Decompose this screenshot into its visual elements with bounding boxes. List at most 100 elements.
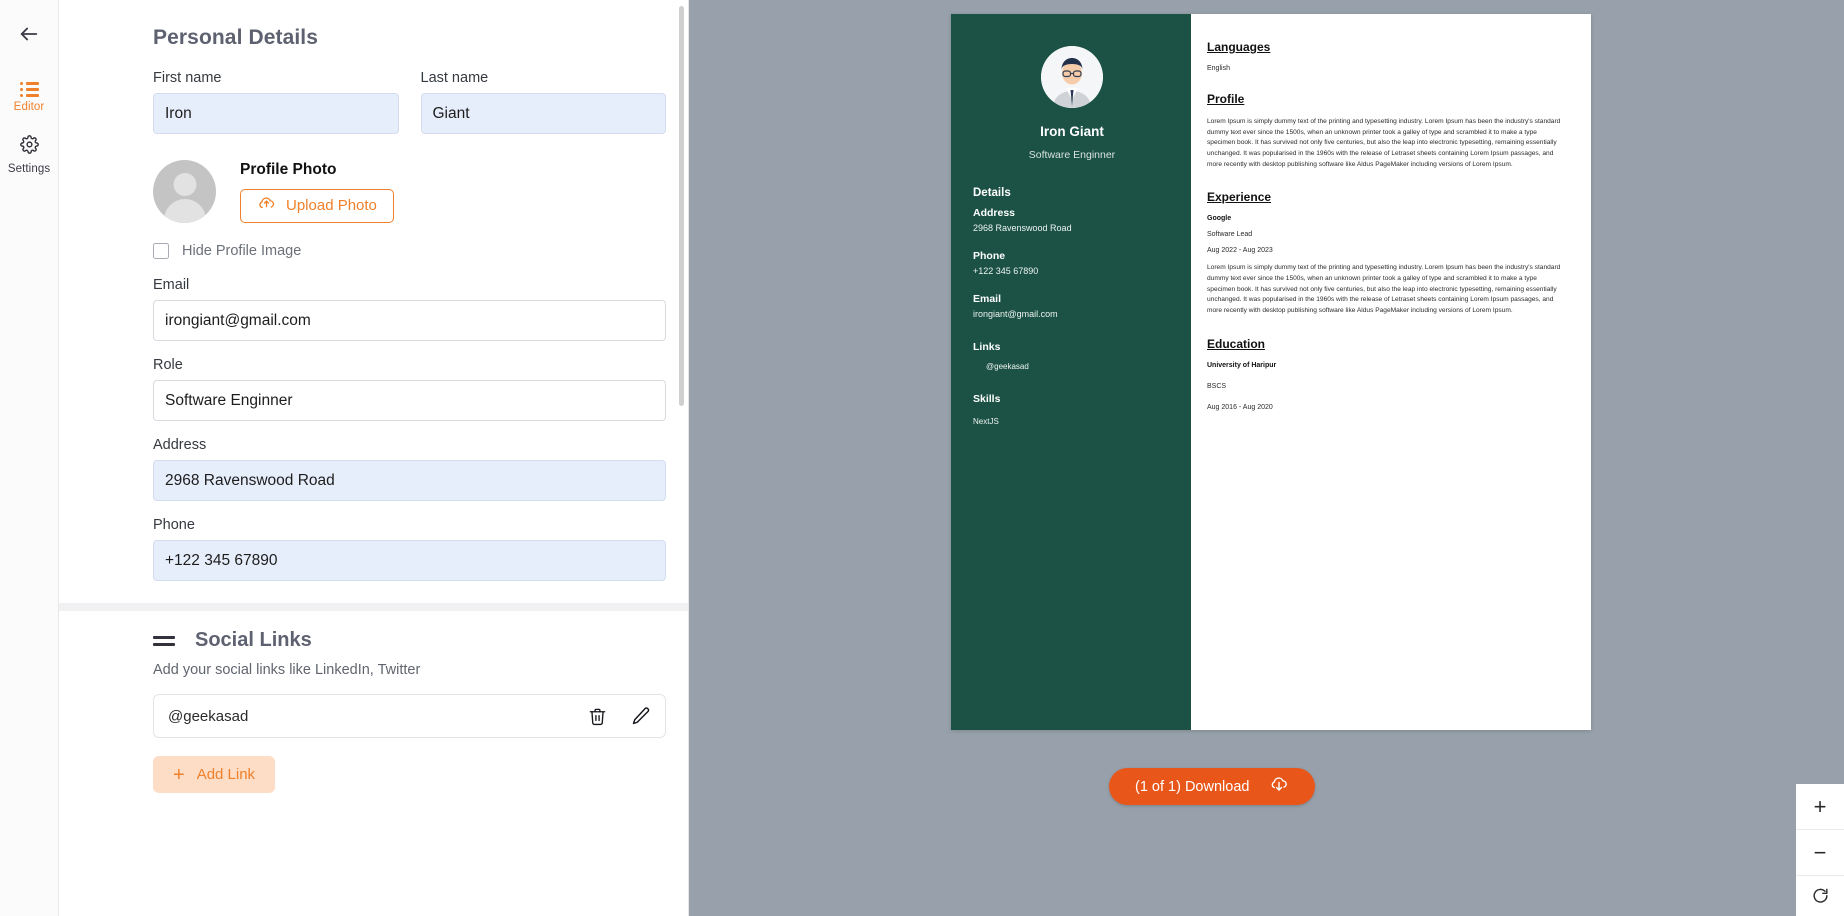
trash-icon[interactable] [588,707,607,726]
resume-links-label: Links [973,341,1001,353]
resume-phone-label: Phone [973,250,1006,262]
page-title: Personal Details [153,26,319,49]
resume-page: Iron Giant Software Enginner Details Add… [951,14,1591,730]
last-name-group: Last name Giant [420,70,666,134]
resume-address-value: 2968 Ravenswood Road [973,223,1072,233]
personal-details-section: Personal Details First name Iron Last na… [59,26,688,581]
resume-experience-dates: Aug 2022 - Aug 2023 [1207,247,1273,255]
cloud-upload-icon [257,194,276,217]
download-button[interactable]: (1 of 1) Download [1109,768,1316,805]
resume-skills-label: Skills [973,393,1001,405]
resume-phone-value: +122 345 67890 [973,266,1039,276]
social-links-section: Social Links Add your social links like … [59,611,688,793]
resume-links-value: @geekasad [986,362,1029,371]
resume-experience-title: Software Lead [1207,231,1253,239]
resume-education-dates: Aug 2016 - Aug 2020 [1207,403,1273,411]
resume-education-section: Education University of Haripur BSCS Aug… [1207,337,1565,411]
role-field[interactable]: Software Enginner [153,380,666,421]
resume-profile-section: Profile Lorem Ipsum is simply dummy text… [1207,92,1565,170]
list-item[interactable]: @geekasad [153,694,666,738]
resume-languages-section: Languages English [1207,40,1565,72]
left-nav-rail: Editor Settings [0,0,59,916]
back-arrow-icon [18,23,40,50]
sidebar-item-settings[interactable]: Settings [0,135,59,175]
resume-experience-company: Google [1207,215,1232,223]
profile-photo-row: Profile Photo Upload Photo [153,160,666,223]
link-actions [588,706,651,726]
resume-experience-heading: Experience [1207,190,1272,205]
resume-avatar [1041,46,1103,108]
upload-photo-label: Upload Photo [286,197,377,214]
upload-photo-button[interactable]: Upload Photo [240,188,394,223]
resume-profile-heading: Profile [1207,92,1245,106]
profile-photo-meta: Profile Photo Upload Photo [240,161,394,223]
email-field[interactable]: irongiant@gmail.com [153,300,666,341]
back-button[interactable] [11,18,47,54]
profile-photo-label: Profile Photo [240,160,337,178]
phone-group: Phone +122 345 67890 [153,517,666,581]
resume-languages-heading: Languages [1207,40,1271,54]
address-field[interactable]: 2968 Ravenswood Road [153,460,666,501]
list-icon [19,82,39,97]
zoom-in-button[interactable]: + [1796,784,1844,830]
resume-skills-value: NextJS [973,417,999,426]
app-root: Editor Settings Personal Details First n… [0,0,1844,916]
resume-main: Languages English Profile Lorem Ipsum is… [1191,14,1591,730]
resume-sidebar: Iron Giant Software Enginner Details Add… [951,14,1191,730]
social-link-value: @geekasad [168,707,249,725]
gear-icon [19,135,39,159]
drag-handle-icon[interactable] [153,635,175,646]
social-links-subtitle: Add your social links like LinkedIn, Twi… [153,662,421,678]
address-label: Address [153,437,207,453]
form-scrollbar-thumb[interactable] [679,6,684,406]
email-group: Email irongiant@gmail.com [153,277,666,341]
first-name-input[interactable]: Iron [153,93,399,134]
section-divider [59,603,688,611]
resume-details-heading: Details [973,187,1011,199]
resume-skills-block: Skills NextJS [973,393,1171,426]
editor-form-panel: Personal Details First name Iron Last na… [59,0,689,916]
phone-field[interactable]: +122 345 67890 [153,540,666,581]
email-label: Email [153,277,190,293]
last-name-input[interactable]: Giant [420,93,666,134]
resume-links-block: Links @geekasad [973,341,1171,371]
resume-name: Iron Giant [1040,124,1104,139]
reset-view-button[interactable] [1796,876,1844,916]
first-name-label: First name [153,70,222,86]
resume-address-label: Address [973,207,1016,219]
resume-languages-value: English [1207,65,1230,72]
sidebar-item-label-settings: Settings [7,163,51,175]
address-group: Address 2968 Ravenswood Road [153,437,666,501]
social-links-title: Social Links [195,629,312,651]
resume-education-school: University of Haripur [1207,361,1277,369]
sidebar-item-editor[interactable]: Editor [0,82,59,113]
resume-role: Software Enginner [1028,149,1116,161]
resume-education-degree: BSCS [1207,382,1227,390]
resume-profile-text: Lorem Ipsum is simply dummy text of the … [1207,118,1561,168]
resume-email-label: Email [973,293,1002,305]
cloud-download-icon [1269,775,1289,799]
role-group: Role Software Enginner [153,357,666,421]
add-link-button[interactable]: + Add Link [153,756,276,793]
resume-phone-block: Phone +122 345 67890 [973,250,1171,276]
resume-email-value: irongiant@gmail.com [973,309,1058,319]
role-label: Role [153,357,183,373]
resume-address-block: Address 2968 Ravenswood Road [973,207,1171,233]
zoom-controls: + − [1796,784,1844,916]
name-row: First name Iron Last name Giant [153,70,666,134]
plus-icon: + [173,763,185,786]
add-link-label: Add Link [196,766,256,783]
hide-profile-image-label: Hide Profile Image [182,243,302,259]
resume-experience-section: Experience Google Software Lead Aug 2022… [1207,190,1565,316]
resume-education-heading: Education [1207,336,1266,351]
hide-profile-image-checkbox[interactable] [153,243,169,259]
pencil-icon[interactable] [631,706,651,726]
phone-label: Phone [153,517,195,533]
resume-email-block: Email irongiant@gmail.com [973,293,1171,319]
resume-preview-pane: Iron Giant Software Enginner Details Add… [689,0,1844,916]
sidebar-item-label-editor: Editor [13,101,45,113]
hide-profile-image-row[interactable]: Hide Profile Image [153,243,666,259]
zoom-out-button[interactable]: − [1796,830,1844,876]
form-scrollbar-track[interactable] [679,0,686,916]
social-links-header: Social Links [153,629,666,652]
